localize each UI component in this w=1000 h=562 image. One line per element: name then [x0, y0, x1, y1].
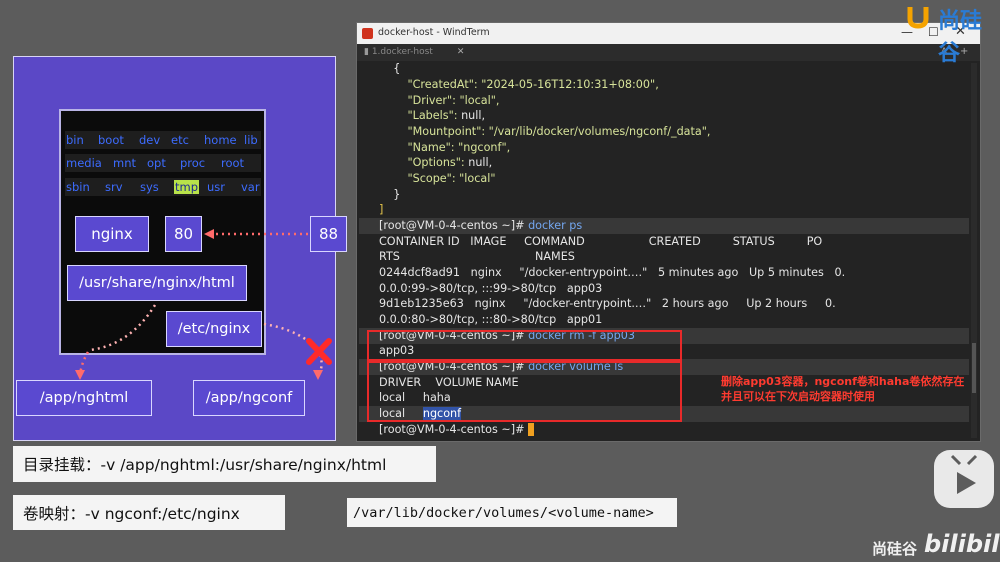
- annotation-line-2: 并且可以在下次启动容器时使用: [721, 390, 875, 403]
- logo-icon: [905, 3, 935, 29]
- site-watermark: bilibili: [924, 530, 1000, 558]
- scrollbar[interactable]: [971, 63, 977, 438]
- annotation-line-1: 删除app03容器，ngconf卷和haha卷依然存在: [721, 375, 965, 388]
- brand-logo: 尚硅谷: [938, 9, 983, 66]
- app-icon: [362, 28, 373, 39]
- volume-mount-caption: 卷映射：-v ngconf:/etc/nginx: [13, 495, 285, 530]
- terminal-line: }: [393, 188, 401, 201]
- terminal-line: 9d1eb1235e63 nginx "/docker-entrypoint.……: [379, 297, 836, 310]
- title-bar: docker-host - WindTerm — ☐ ✕: [357, 23, 980, 44]
- terminal-line: [root@VM-0-4-centos ~]# _: [379, 423, 534, 436]
- terminal-line: 0.0.0:80->80/tcp, :::80->80/tcp app01: [379, 313, 603, 326]
- bind-mount-caption: 目录挂载：-v /app/nghtml:/usr/share/nginx/htm…: [13, 446, 436, 482]
- terminal-line: 0.0.0:99->80/tcp, :::99->80/tcp app03: [379, 282, 603, 295]
- terminal-line: ]: [379, 203, 384, 216]
- terminal-line: "Mountpoint": "/var/lib/docker/volumes/n…: [407, 125, 711, 138]
- tab-bar: ▮ 1.docker-host ✕ A +: [357, 44, 980, 61]
- terminal-line: "Scope": "local": [407, 172, 496, 185]
- scrollbar-thumb[interactable]: [972, 343, 976, 393]
- terminal-line: "Labels": null,: [407, 109, 486, 122]
- terminal-line: "Options": null,: [407, 156, 493, 169]
- terminal-line: 0244dcf8ad91 nginx "/docker-entrypoint.……: [379, 266, 846, 279]
- terminal-line: RTS NAMES: [379, 250, 575, 263]
- tv-icon: [934, 450, 994, 508]
- volume-highlight-box: [367, 361, 682, 422]
- terminal-line: "CreatedAt": "2024-05-16T12:10:31+08:00"…: [407, 78, 659, 91]
- terminal-line: "Name": "ngconf",: [407, 141, 511, 154]
- volume-path-caption: /var/lib/docker/volumes/<volume-name>: [347, 498, 677, 527]
- mount-arrows: [75, 229, 332, 380]
- cursor: _: [528, 423, 534, 436]
- tab-label: 1.docker-host: [371, 47, 433, 57]
- terminal-line: CONTAINER ID IMAGE COMMAND CREATED STATU…: [379, 235, 823, 248]
- window-title: docker-host - WindTerm: [378, 27, 490, 38]
- tab-close-icon[interactable]: ✕: [457, 47, 465, 57]
- close-icon: [306, 338, 332, 365]
- html-mount-arrow: [89, 304, 157, 352]
- terminal-line: "Driver": "local",: [407, 94, 500, 107]
- rm-highlight-box: [367, 330, 682, 361]
- terminal-line: [root@VM-0-4-centos ~]# docker ps: [379, 219, 583, 232]
- tab-1[interactable]: ▮ 1.docker-host ✕: [364, 47, 464, 57]
- brand-watermark: 尚硅谷: [872, 540, 918, 558]
- annotation-note: 删除app03容器，ngconf卷和haha卷依然存在 并且可以在下次启动容器时…: [721, 374, 964, 404]
- terminal-line: {: [393, 62, 401, 75]
- port-arrow-head: [204, 229, 214, 239]
